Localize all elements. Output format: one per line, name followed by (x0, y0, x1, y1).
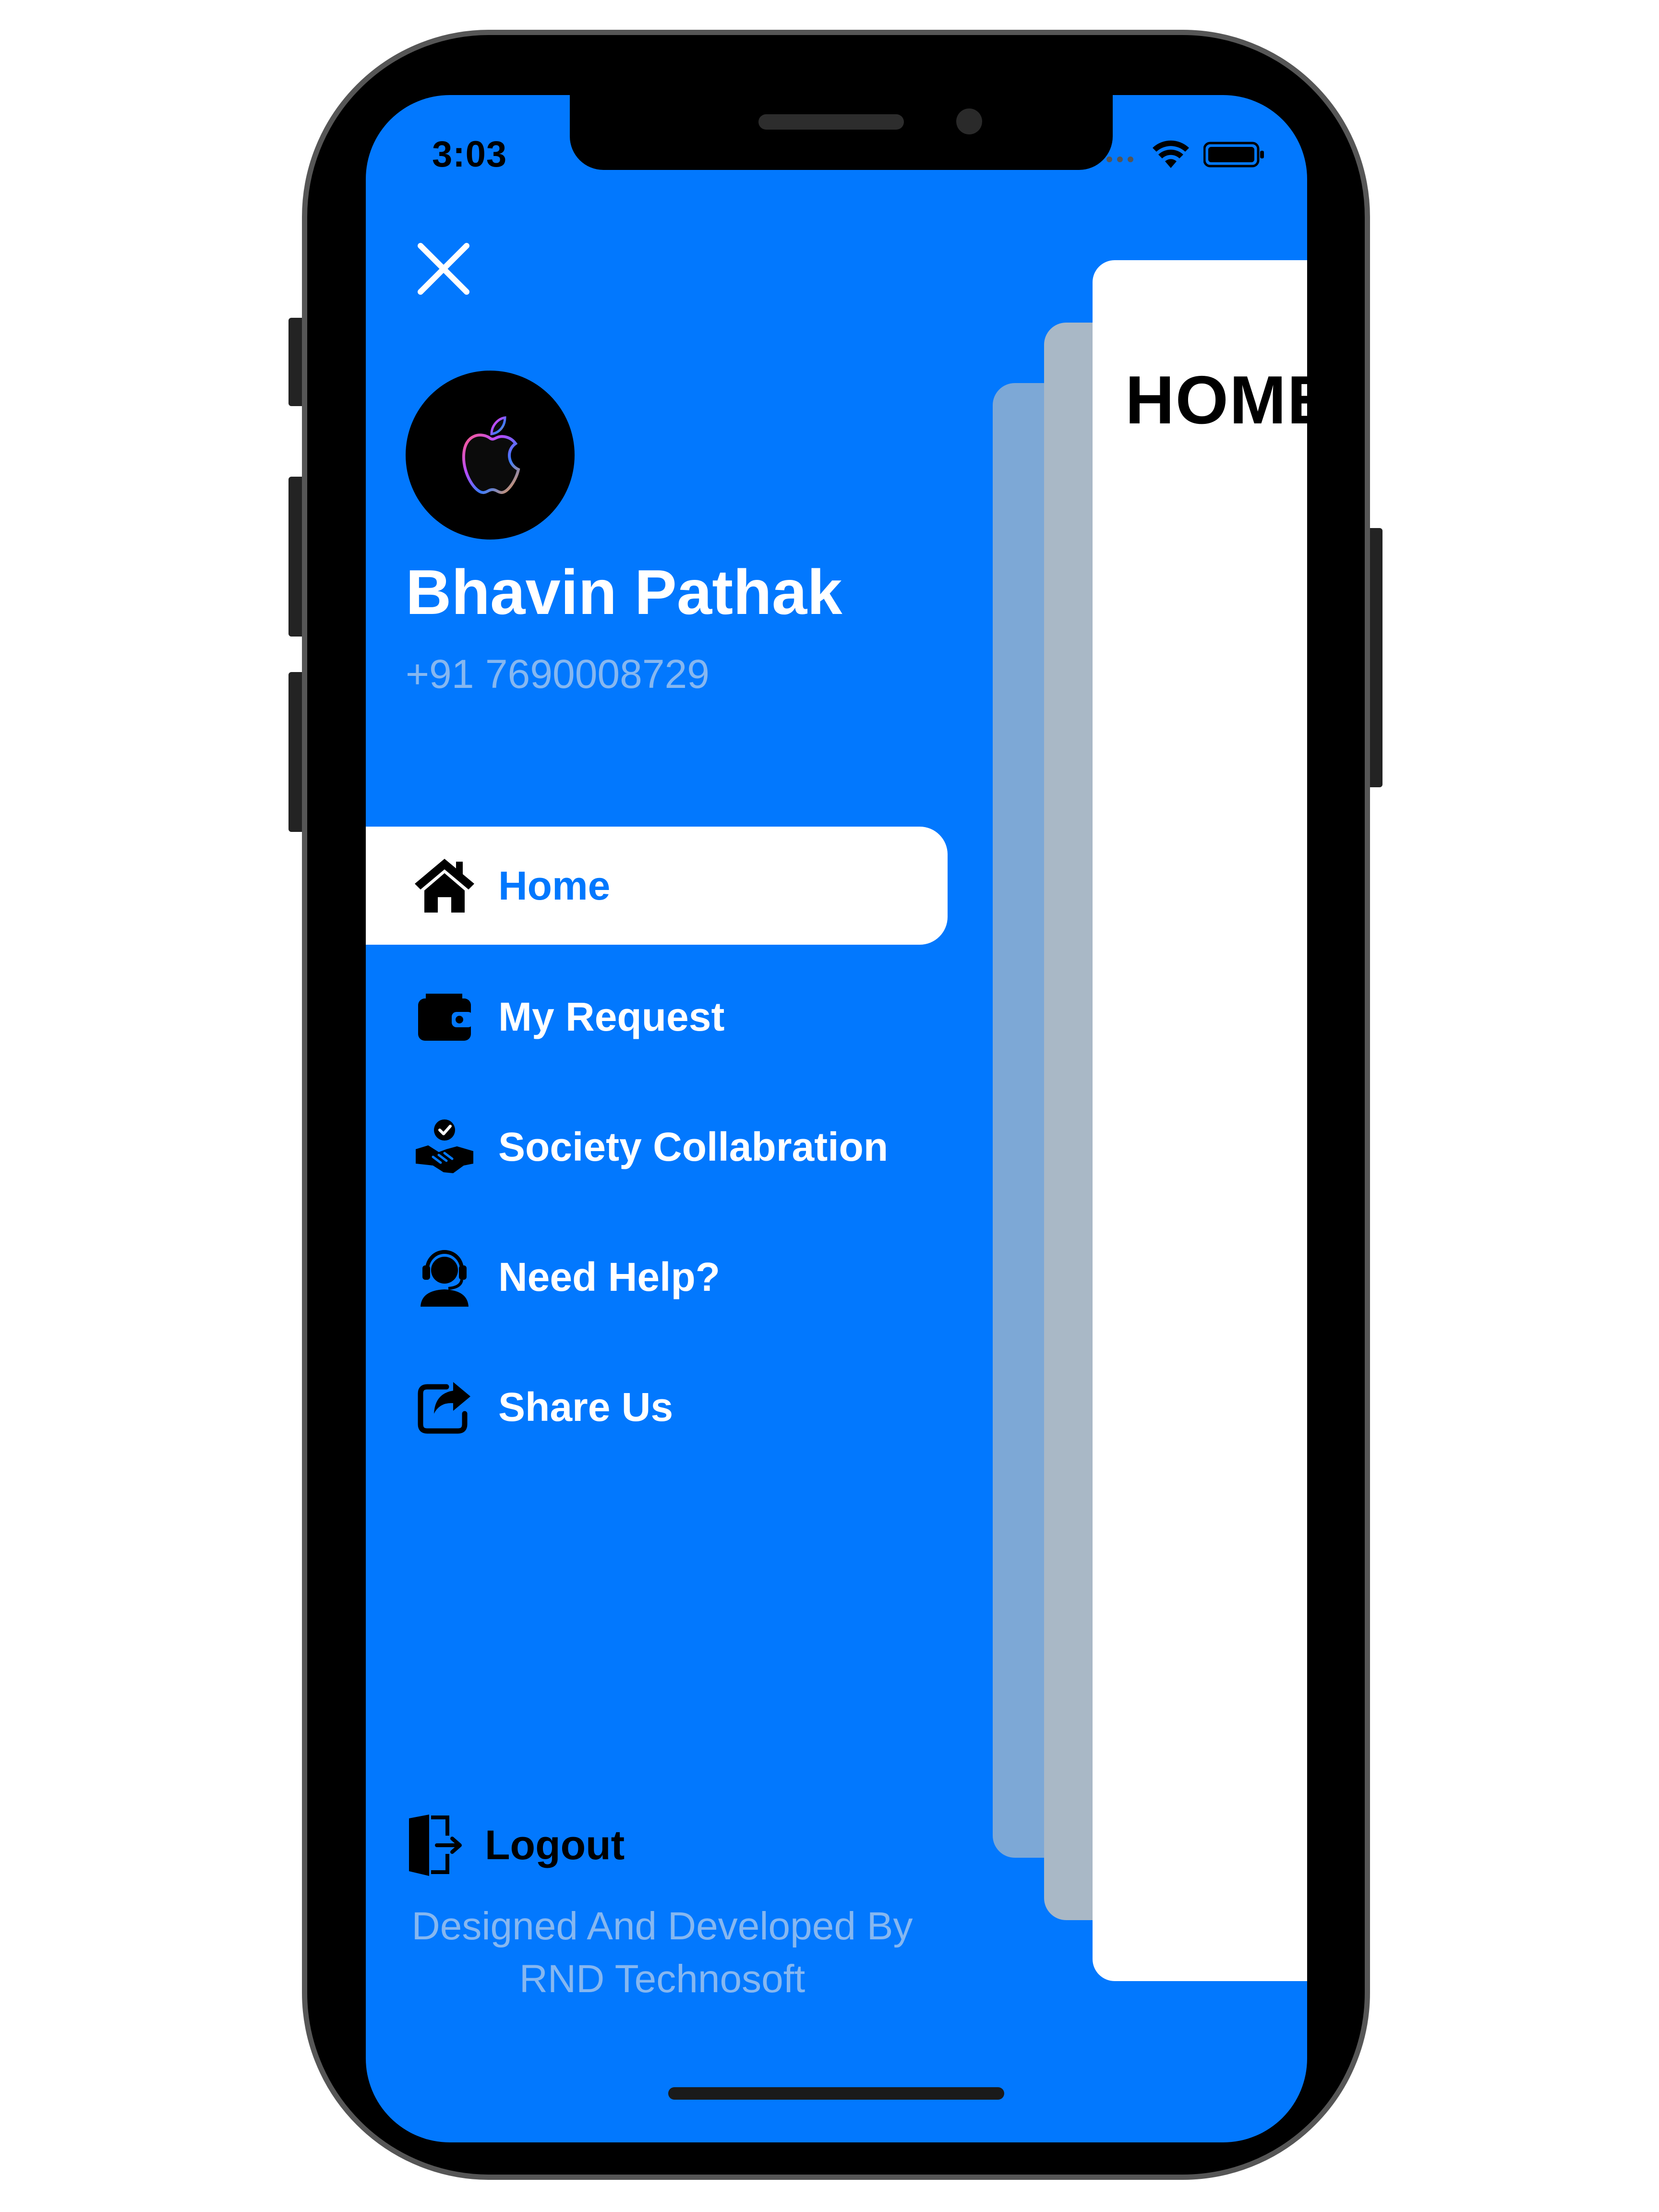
developer-credit-line2: RND Technosoft (519, 1957, 805, 2001)
share-icon (413, 1375, 476, 1439)
wallet-icon (413, 985, 476, 1048)
preview-card-home[interactable]: HOME (1093, 260, 1307, 1981)
user-name: Bhavin Pathak (406, 557, 842, 627)
menu-label-need-help: Need Help? (498, 1254, 721, 1299)
menu-item-home[interactable]: Home (366, 827, 948, 945)
volume-up-button (289, 477, 303, 637)
logout-icon (409, 1815, 462, 1876)
menu-item-my-request[interactable]: My Request (366, 958, 948, 1076)
menu-label-share-us: Share Us (498, 1384, 673, 1430)
speaker (758, 114, 904, 130)
close-icon (418, 243, 469, 295)
support-agent-icon (413, 1245, 476, 1309)
volume-down-button (289, 672, 303, 832)
menu-item-need-help[interactable]: Need Help? (366, 1218, 948, 1336)
mute-switch (289, 318, 303, 406)
apple-logo-icon (462, 416, 520, 494)
battery-icon (1203, 142, 1264, 168)
status-icons (1095, 139, 1265, 170)
preview-title: HOME (1125, 362, 1307, 438)
menu-label-my-request: My Request (498, 994, 725, 1039)
wifi-icon (1153, 140, 1189, 168)
logout-label: Logout (485, 1822, 625, 1868)
menu-label-home: Home (498, 863, 611, 908)
app-screen: 3:03 HOME (366, 95, 1307, 2142)
menu-label-society-collabration: Society Collabration (498, 1124, 889, 1169)
home-icon (413, 854, 476, 917)
logout-button[interactable]: Logout (407, 1814, 625, 1877)
menu-item-share-us[interactable]: Share Us (366, 1348, 948, 1466)
power-button (1368, 528, 1382, 787)
avatar[interactable] (406, 371, 575, 540)
developer-credit-line1: Designed And Developed By (411, 1904, 913, 1948)
camera (956, 108, 982, 134)
notch (570, 95, 1113, 170)
menu-item-society-collabration[interactable]: Society Collabration (366, 1088, 948, 1206)
developer-credit: Designed And Developed By RND Technosoft (366, 1900, 959, 2006)
user-phone: +91 7690008729 (406, 651, 709, 697)
home-indicator[interactable] (668, 2087, 1004, 2100)
close-menu-button[interactable] (414, 239, 473, 299)
handshake-icon (413, 1115, 476, 1178)
status-time: 3:03 (432, 134, 507, 175)
